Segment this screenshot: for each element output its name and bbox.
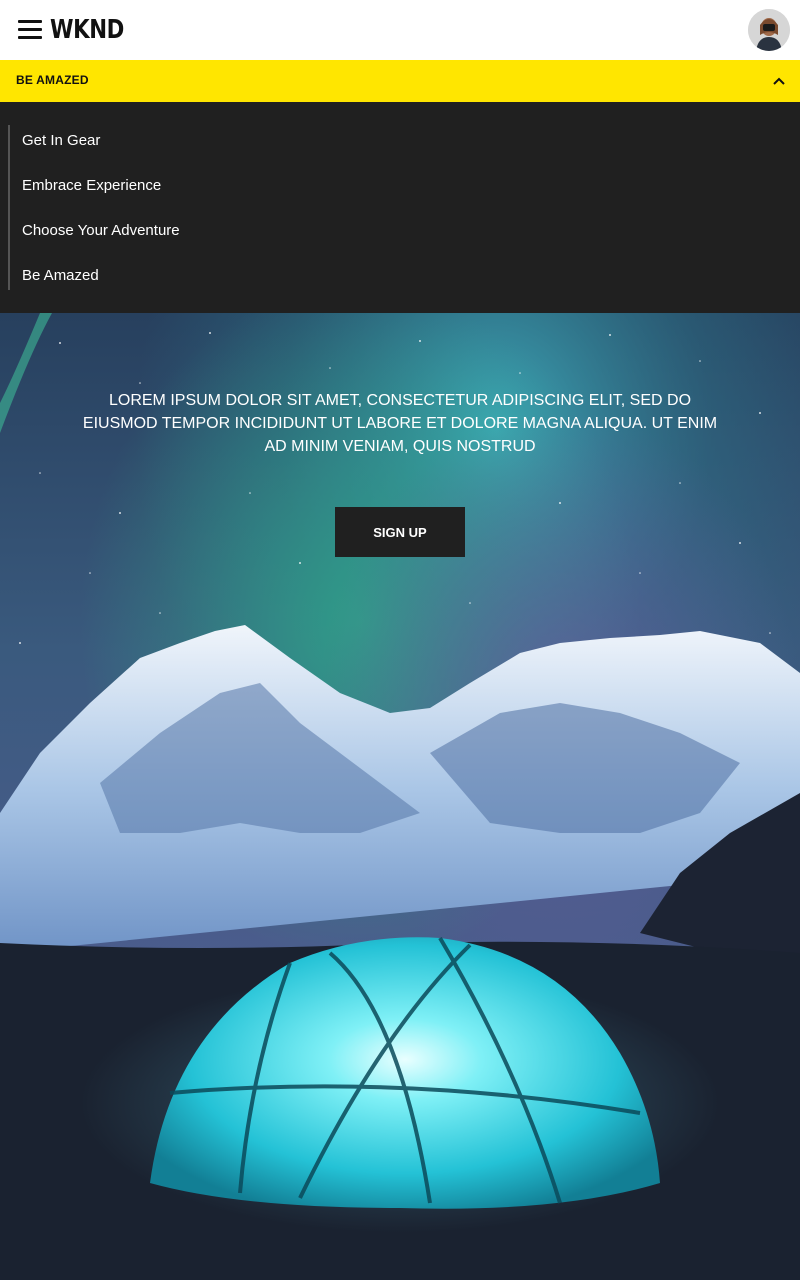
menu-divider xyxy=(8,125,10,290)
menu-item-get-in-gear[interactable]: Get In Gear xyxy=(22,131,100,151)
section-menu: Get In Gear Embrace Experience Choose Yo… xyxy=(0,102,800,313)
current-section-label: BE AMAZED xyxy=(16,73,89,87)
hero-section: LOREM IPSUM DOLOR SIT AMET, CONSECTETUR … xyxy=(0,313,800,1280)
section-nav-toggle[interactable]: BE AMAZED xyxy=(0,60,800,102)
hero-background-image xyxy=(0,313,800,1280)
sign-up-button[interactable]: SIGN UP xyxy=(335,507,465,557)
menu-item-embrace-experience[interactable]: Embrace Experience xyxy=(22,176,161,196)
menu-item-choose-your-adventure[interactable]: Choose Your Adventure xyxy=(22,221,180,241)
user-avatar[interactable] xyxy=(748,9,790,51)
site-header: WKND xyxy=(0,0,800,60)
hamburger-menu-icon[interactable] xyxy=(18,19,42,41)
menu-item-be-amazed[interactable]: Be Amazed xyxy=(22,266,99,286)
chevron-up-icon[interactable] xyxy=(772,74,786,88)
hero-description: LOREM IPSUM DOLOR SIT AMET, CONSECTETUR … xyxy=(82,392,718,455)
site-logo[interactable]: WKND xyxy=(50,14,124,46)
